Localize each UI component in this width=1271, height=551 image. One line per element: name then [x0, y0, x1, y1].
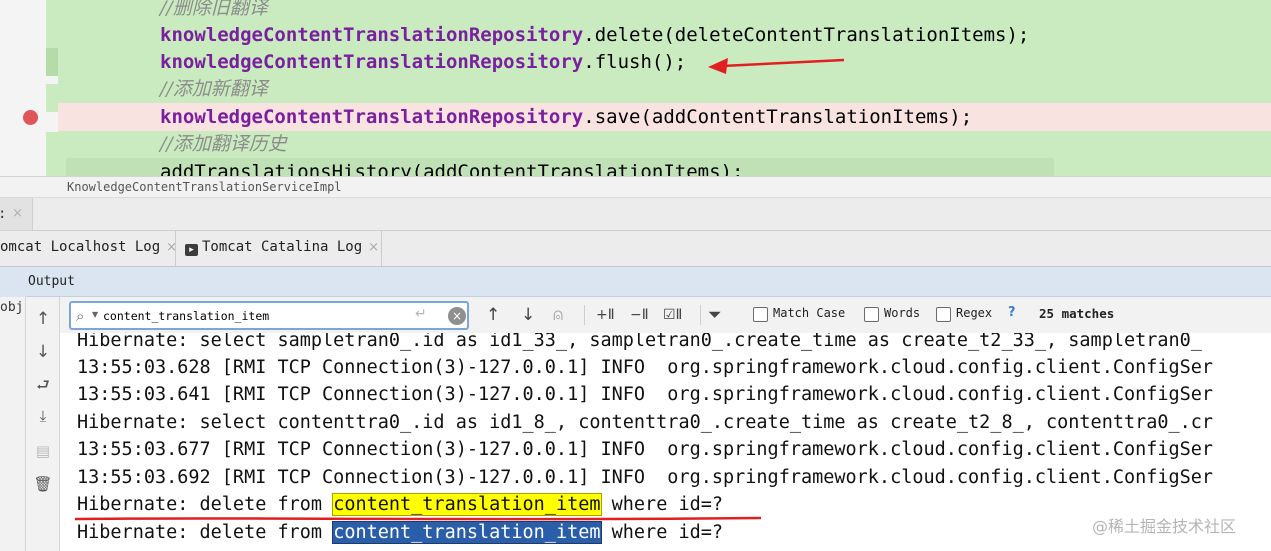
toolbar-separator: [700, 305, 701, 325]
match-count: 25 matches: [1039, 306, 1115, 321]
scroll-to-end-icon[interactable]: ⤓: [26, 403, 60, 429]
scroll-down-icon[interactable]: ↓: [26, 339, 60, 365]
close-icon[interactable]: ×: [12, 198, 23, 230]
console-side-toolbar: ↑ ↓ ⮐ ⤓ ▤ 🗑: [26, 297, 60, 551]
log-text: where id=?: [600, 522, 724, 543]
code-line: //添加新翻译: [58, 75, 1271, 103]
code-comment: //删除旧翻译: [160, 0, 268, 19]
add-occurrence-icon[interactable]: +Ⅱ: [596, 305, 615, 325]
toolbar-separator: [584, 305, 585, 325]
log-line: 13:55:03.677 [RMI TCP Connection(3)-127.…: [77, 436, 1213, 463]
match-case-label[interactable]: Match Case: [773, 306, 845, 320]
log-text: 13:55:03.677 [RMI TCP Connection(3)-127.…: [77, 439, 1214, 460]
trash-icon[interactable]: 🗑: [26, 471, 60, 497]
service-tab-strip: : ×: [0, 198, 1271, 231]
log-line: Hibernate: select contenttra0_.id as id1…: [77, 409, 1213, 436]
change-marker: [46, 132, 58, 160]
code-line: knowledgeContentTranslationRepository.fl…: [58, 48, 1271, 76]
breadcrumb[interactable]: KnowledgeContentTranslationServiceImpl: [0, 176, 1271, 198]
log-line: Hibernate: select sampletran0_.id as id1…: [77, 333, 1202, 354]
regex-help-link[interactable]: ?: [1008, 305, 1016, 320]
change-marker: [46, 0, 58, 28]
change-marker: [46, 160, 58, 176]
log-text: 13:55:03.628 [RMI TCP Connection(3)-127.…: [77, 357, 1214, 378]
left-panel-text: obj: [0, 300, 24, 315]
code-call: addTranslationsHistory(addContentTransla…: [160, 161, 744, 176]
code-field: knowledgeContentTranslationRepository: [160, 106, 584, 128]
regex-checkbox[interactable]: [936, 307, 951, 322]
change-marker: [46, 84, 58, 112]
clear-icon[interactable]: ×: [448, 307, 466, 325]
log-line: 13:55:03.628 [RMI TCP Connection(3)-127.…: [77, 354, 1213, 381]
search-box[interactable]: ⌕ ▼ ↵ ×: [69, 301, 469, 330]
code-line: //添加翻译历史: [58, 130, 1271, 158]
code-area[interactable]: //删除旧翻译 knowledgeContentTranslationRepos…: [58, 0, 1271, 176]
code-call: .delete(deleteContentTranslationItems);: [583, 24, 1030, 46]
service-tab[interactable]: : ×: [0, 198, 33, 230]
change-marker: [46, 48, 58, 76]
remove-occurrence-icon[interactable]: −Ⅱ: [630, 305, 649, 325]
log-text: Hibernate: delete from: [77, 494, 334, 515]
code-call: .save(addContentTranslationItems);: [583, 106, 973, 128]
new-line-icon[interactable]: ↵: [415, 306, 427, 322]
code-line: knowledgeContentTranslationRepository.de…: [58, 21, 1271, 49]
code-call: .flush();: [583, 51, 687, 73]
code-line-breakpoint: knowledgeContentTranslationRepository.sa…: [58, 103, 1271, 131]
chevron-down-icon[interactable]: ▼: [92, 310, 98, 319]
previous-match-icon[interactable]: ↑: [486, 305, 500, 325]
log-text: Hibernate: select contenttra0_.id as id1…: [77, 412, 1214, 433]
annotation-arrow-icon: [708, 58, 845, 74]
watermark: @稀土掘金技术社区: [1092, 517, 1237, 536]
tab-label: omcat Localhost Log: [0, 239, 161, 255]
output-title: Output: [28, 274, 75, 289]
tab-label: Tomcat Catalina Log: [202, 239, 363, 255]
log-line: 13:55:03.641 [RMI TCP Connection(3)-127.…: [77, 381, 1213, 408]
breakpoint-icon[interactable]: [23, 110, 38, 125]
close-icon[interactable]: ×: [368, 240, 379, 255]
log-text: where id=?: [600, 494, 724, 515]
service-tab-label: :: [0, 198, 6, 230]
regex-label[interactable]: Regex: [956, 306, 992, 320]
log-text: 13:55:03.692 [RMI TCP Connection(3)-127.…: [77, 467, 1214, 488]
print-icon[interactable]: ▤: [26, 438, 60, 464]
scroll-up-icon[interactable]: ↑: [26, 306, 60, 332]
words-label[interactable]: Words: [884, 306, 920, 320]
filter-icon[interactable]: ⏷: [708, 305, 722, 325]
search-icon[interactable]: ⌕: [76, 307, 84, 325]
editor-gutter[interactable]: [0, 0, 58, 176]
code-editor[interactable]: //删除旧翻译 knowledgeContentTranslationRepos…: [0, 0, 1271, 176]
log-line: 13:55:03.692 [RMI TCP Connection(3)-127.…: [77, 464, 1213, 491]
next-match-icon[interactable]: ↓: [521, 305, 535, 325]
console-icon: ▸: [185, 244, 198, 256]
console-search-bar: ⌕ ▼ ↵ × ↑ ↓ ⍝ +Ⅱ −Ⅱ ☑Ⅱ ⏷ Match Case Word…: [60, 297, 1271, 333]
code-field: knowledgeContentTranslationRepository: [160, 51, 584, 73]
left-panel-stub: obj: [0, 267, 26, 551]
find-usages-icon[interactable]: ⍝: [553, 305, 563, 325]
code-line: //删除旧翻译: [58, 0, 1271, 22]
annotation-underline: [74, 516, 762, 521]
log-tab-bar: omcat Localhost Log × ▸ Tomcat Catalina Lo…: [0, 231, 1271, 267]
code-comment: //添加新翻译: [160, 78, 268, 100]
search-input[interactable]: [103, 306, 403, 326]
log-text: Hibernate: delete from: [77, 522, 334, 543]
tab-catalina-log[interactable]: ▸ Tomcat Catalina Log ×: [176, 231, 382, 266]
output-header: Output: [0, 267, 1271, 297]
code-field: knowledgeContentTranslationRepository: [160, 24, 584, 46]
search-match-highlight: content_translation_item: [332, 493, 602, 516]
code-line: addTranslationsHistory(addContentTransla…: [66, 158, 1054, 176]
log-text: 13:55:03.641 [RMI TCP Connection(3)-127.…: [77, 384, 1214, 405]
match-case-checkbox[interactable]: [753, 307, 768, 322]
log-text: Hibernate: select sampletran0_.id as id1…: [77, 333, 1202, 351]
words-checkbox[interactable]: [864, 307, 879, 322]
soft-wrap-icon[interactable]: ⮐: [26, 372, 60, 398]
select-all-occurrences-icon[interactable]: ☑Ⅱ: [663, 305, 682, 325]
current-match-highlight: content_translation_item: [332, 521, 602, 544]
tab-localhost-log[interactable]: omcat Localhost Log ×: [0, 231, 177, 266]
code-comment: //添加翻译历史: [160, 133, 287, 155]
left-panel-header: [0, 267, 26, 297]
